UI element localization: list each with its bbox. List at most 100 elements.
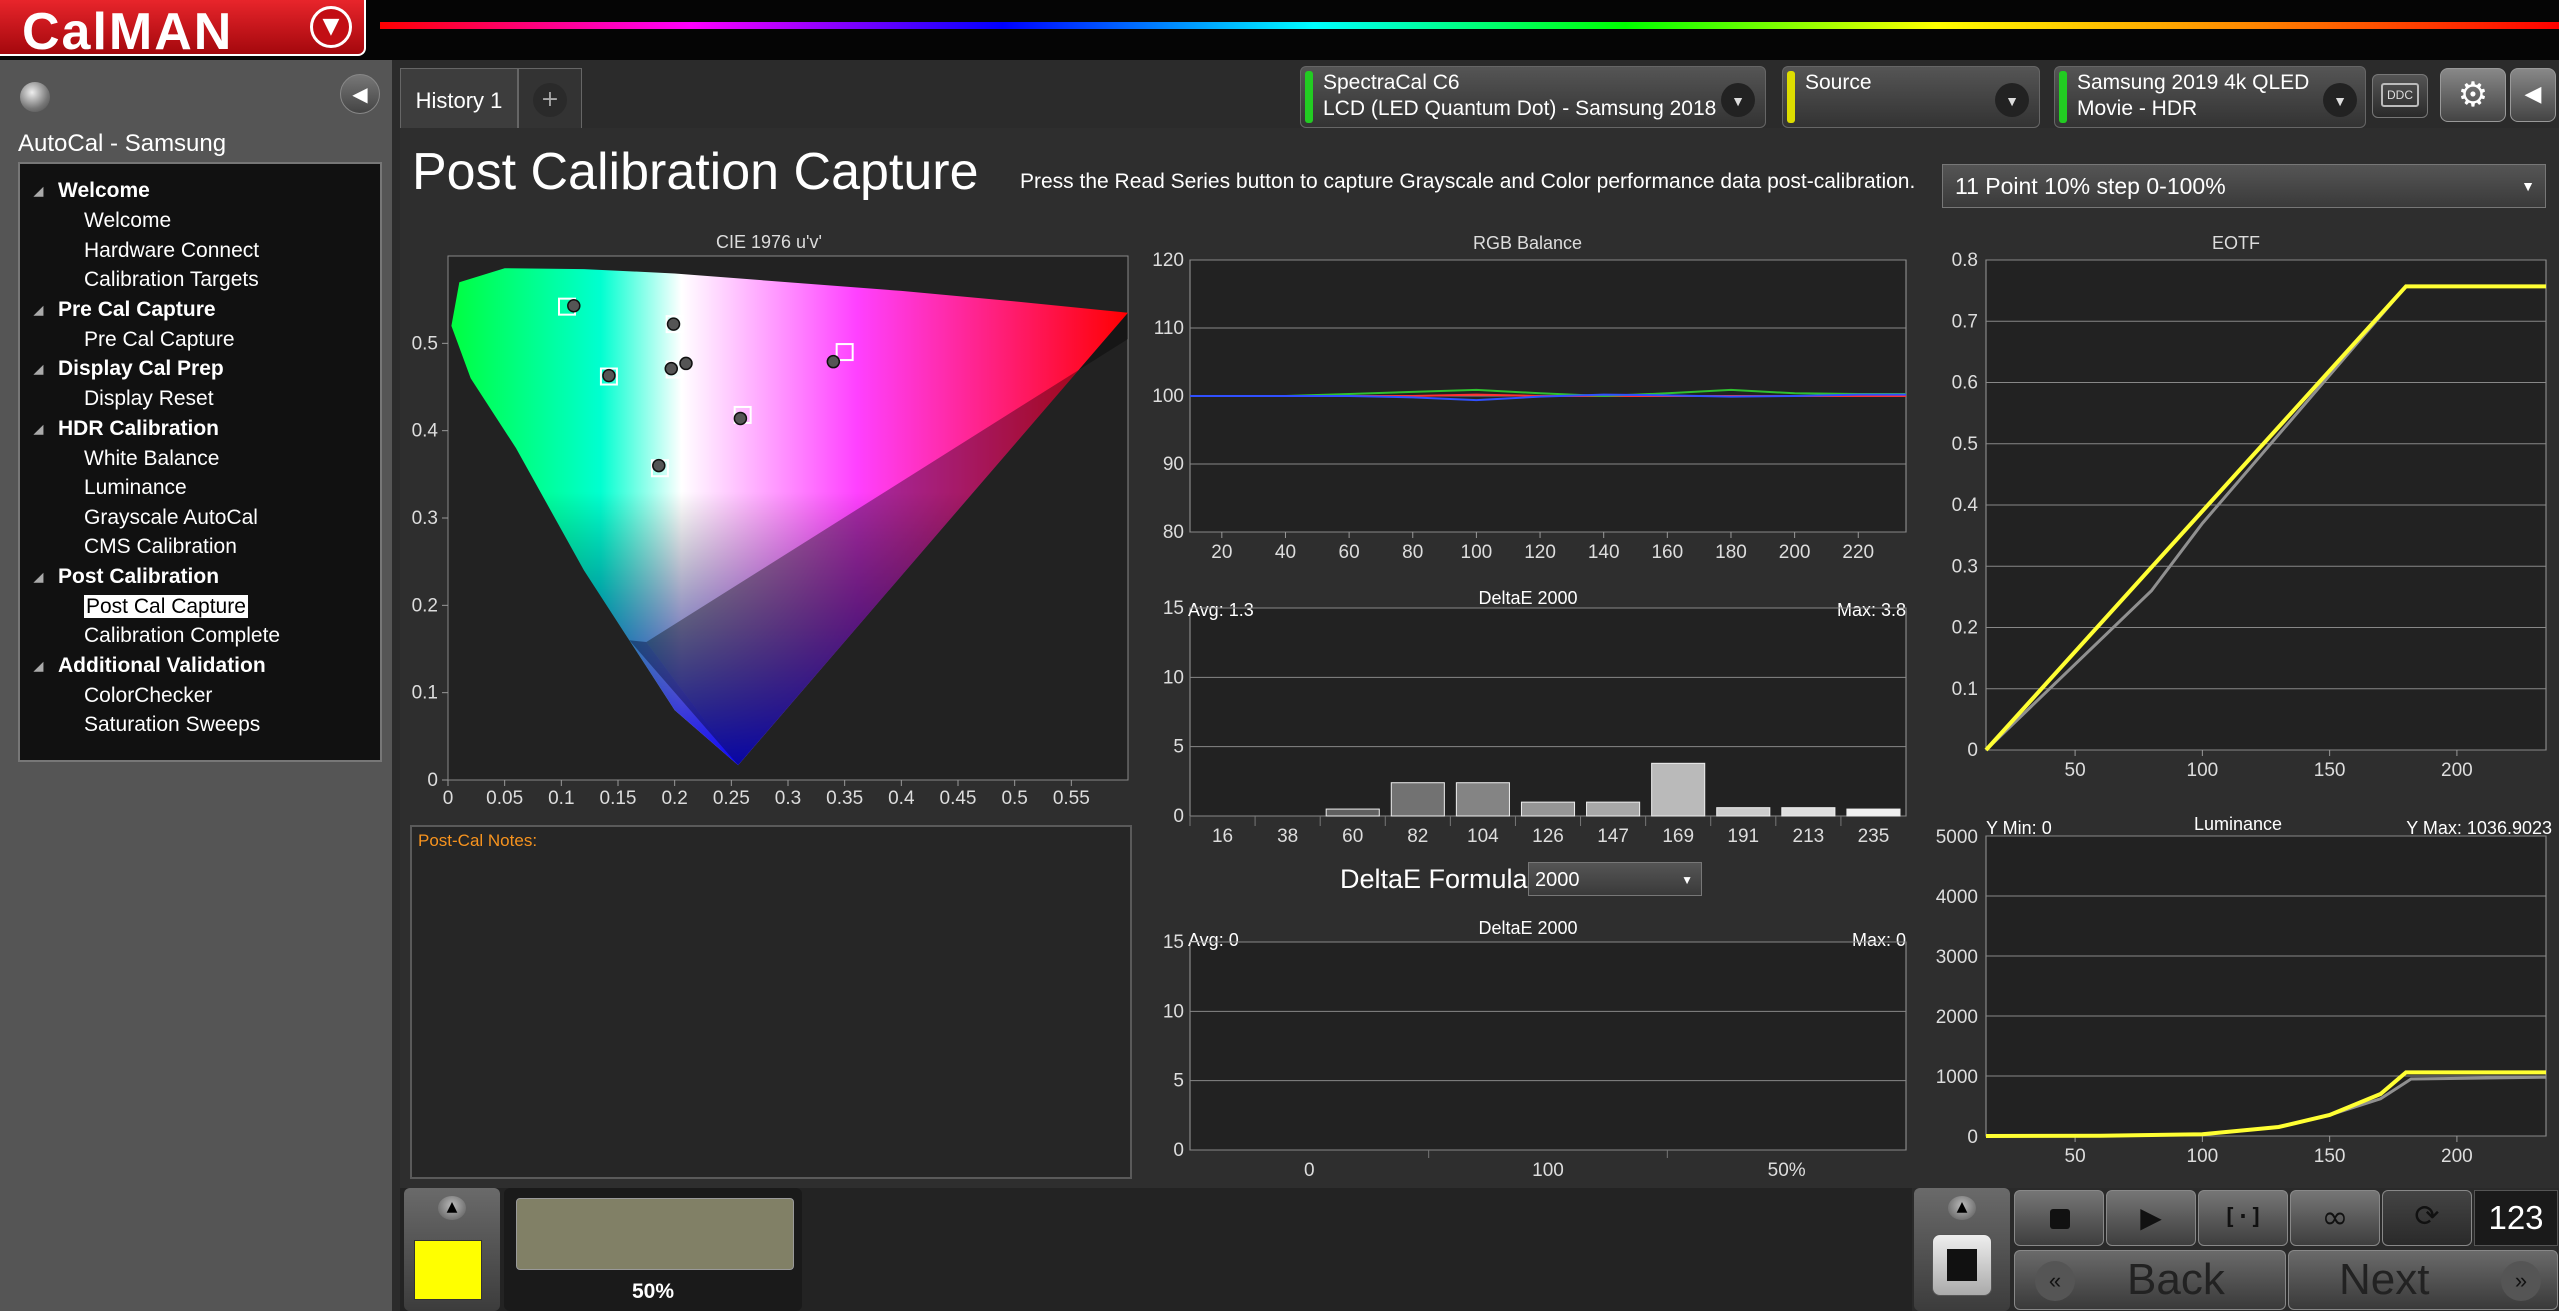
cie-measured-point	[826, 354, 841, 369]
eotf-chart: 0 0.1 0.2 0.3 0.4 0.5 0.6 0.7 0.8 50 100 150 200	[1952, 250, 2547, 781]
tree-group-0[interactable]: ◢ Welcome	[20, 176, 380, 206]
post-cal-notes[interactable]: Post-Cal Notes:	[410, 825, 1132, 1179]
chevron-down-icon[interactable]: ▼	[1995, 83, 2029, 117]
tree-item[interactable]: CMS Calibration	[20, 532, 380, 562]
expand-caret-icon[interactable]: ◢	[34, 295, 43, 325]
tree-group-3[interactable]: ◢ HDR Calibration	[20, 414, 380, 444]
cie-measured-point	[733, 411, 748, 426]
tree-group-2[interactable]: ◢ Display Cal Prep	[20, 354, 380, 384]
tree-item-label: White Balance	[84, 446, 220, 470]
chevron-down-icon[interactable]: ▼	[310, 6, 352, 48]
cie-xtick-label: 0.2	[661, 788, 687, 809]
read-series-icon: [·]	[2223, 1205, 2263, 1230]
tree-item[interactable]: Hardware Connect	[20, 236, 380, 266]
rgb-xtick-label: 220	[1842, 542, 1874, 563]
expand-caret-icon[interactable]: ◢	[34, 651, 43, 681]
back-button[interactable]: « Back	[2014, 1250, 2286, 1310]
tree-item[interactable]: Pre Cal Capture	[20, 325, 380, 355]
rgb-ytick-label: 80	[1163, 522, 1184, 543]
tree-item[interactable]: Welcome	[20, 206, 380, 236]
pin-icon[interactable]	[20, 82, 50, 112]
expand-caret-icon[interactable]: ◢	[34, 414, 43, 444]
expand-caret-icon[interactable]: ◢	[34, 176, 43, 206]
collapse-left-icon[interactable]: ◀	[340, 74, 380, 114]
rgb-xtick-label: 60	[1339, 542, 1360, 563]
stop-button[interactable]	[2014, 1190, 2104, 1246]
tree-item-label: Post Cal Capture	[84, 594, 248, 618]
meter-profile: LCD (LED Quantum Dot) - Samsung 2018	[1323, 97, 1717, 120]
double-chevron-right-icon: »	[2501, 1261, 2541, 1301]
ddc-button[interactable]: DDC	[2372, 74, 2428, 118]
sidebar-title: AutoCal - Samsung	[18, 130, 227, 157]
deltae-second-title: DeltaE 2000	[1478, 920, 1577, 938]
expand-caret-icon[interactable]: ◢	[34, 354, 43, 384]
rgb-xtick-label: 140	[1588, 542, 1620, 563]
deltae-gray-bar	[1651, 762, 1706, 817]
continuous-button[interactable]: ∞	[2290, 1190, 2380, 1246]
display-selector[interactable]: Samsung 2019 4k QLED Movie - HDR ▼	[2054, 66, 2366, 128]
expand-up-icon[interactable]: ▲	[1948, 1196, 1976, 1220]
next-button[interactable]: Next »	[2288, 1250, 2558, 1310]
arrow-left-icon: ◀	[2524, 82, 2542, 107]
tree-item[interactable]: Calibration Complete	[20, 621, 380, 651]
tree-item[interactable]: Grayscale AutoCal	[20, 503, 380, 533]
read-series-button[interactable]: [·]	[2198, 1190, 2288, 1246]
tab-history-1[interactable]: History 1	[400, 68, 518, 128]
chevron-down-icon[interactable]: ▼	[1721, 83, 1755, 117]
eotf-ytick-label: 0.6	[1952, 373, 1978, 394]
deltae-formula-label: DeltaE Formula	[1340, 864, 1528, 894]
cie-measured-point	[567, 299, 581, 313]
rgb-xtick-label: 120	[1524, 542, 1556, 563]
cie-measured-point	[602, 368, 616, 383]
logo-text: CalMAN	[22, 3, 234, 61]
collapse-right-button[interactable]: ◀	[2510, 68, 2556, 122]
settings-button[interactable]: ⚙	[2440, 68, 2506, 122]
deltae-formula-select[interactable]: 2000 ▼	[1528, 862, 1702, 896]
cie-ytick-label: 0	[427, 770, 438, 791]
expand-caret-icon[interactable]: ◢	[34, 562, 43, 592]
ddc-icon: DDC	[2381, 83, 2419, 107]
deltae-gray-ytick-label: 0	[1173, 806, 1184, 827]
tree-item[interactable]: Post Cal Capture	[20, 592, 380, 622]
eotf-ytick-label: 0.7	[1952, 311, 1978, 332]
cie-ytick-label: 0.1	[412, 683, 438, 704]
chevron-down-icon[interactable]: ▼	[2323, 83, 2357, 117]
source-name: Source	[1805, 71, 1872, 94]
counter-display: 123	[2474, 1190, 2558, 1246]
cie-measured-point	[666, 317, 681, 331]
tree-item[interactable]: ColorChecker	[20, 681, 380, 711]
stop-icon	[1947, 1249, 1977, 1281]
tree-group-1[interactable]: ◢ Pre Cal Capture	[20, 295, 380, 325]
tree-item[interactable]: Saturation Sweeps	[20, 710, 380, 740]
deltae-second-avg: Avg: 0	[1188, 930, 1239, 950]
tree-item[interactable]: Luminance	[20, 473, 380, 503]
tree-item-label: ColorChecker	[84, 683, 213, 707]
deltae-gray-category: 38	[1277, 826, 1298, 847]
source-selector[interactable]: Source ▼	[1782, 66, 2040, 128]
deltae-gray-bar	[1716, 807, 1771, 817]
deltae-gray-bar	[1325, 808, 1380, 817]
meter-selector[interactable]: SpectraCal C6 LCD (LED Quantum Dot) - Sa…	[1300, 66, 1766, 128]
series-select[interactable]: 11 Point 10% step 0-100% ▼	[1942, 164, 2546, 208]
instruction-text: Press the Read Series button to capture …	[1020, 170, 1916, 193]
eotf-ytick-label: 0	[1967, 740, 1978, 761]
tree-item-label: Calibration Targets	[84, 268, 259, 291]
gear-icon: ⚙	[2457, 75, 2489, 115]
cie-xtick-label: 0.25	[713, 788, 750, 809]
tree-item[interactable]: White Balance	[20, 444, 380, 474]
page-title: Post Calibration Capture	[412, 143, 979, 201]
tree-item[interactable]: Calibration Targets	[20, 265, 380, 295]
tree-group-5[interactable]: ◢ Additional Validation	[20, 651, 380, 681]
rgb-ytick-label: 120	[1152, 250, 1184, 271]
deltae-second-ytick-label: 5	[1173, 1071, 1184, 1092]
tree-item[interactable]: Display Reset	[20, 384, 380, 414]
play-button[interactable]: ▶	[2106, 1190, 2196, 1246]
deltae-gray-category: 169	[1662, 826, 1694, 847]
refresh-button[interactable]: ⟳	[2382, 1190, 2472, 1246]
deltae-second-ytick-label: 10	[1163, 1001, 1184, 1022]
deltae-grayscale-chart: DeltaE 2000 Avg: 1.3 Max: 3.8 0 5 10 15 16 38 60 8…	[1163, 590, 1907, 847]
tree-group-4[interactable]: ◢ Post Calibration	[20, 562, 380, 592]
expand-up-icon[interactable]: ▲	[438, 1196, 466, 1220]
stop-read-button[interactable]	[1932, 1234, 1992, 1296]
add-tab-button[interactable]: +	[518, 68, 582, 128]
